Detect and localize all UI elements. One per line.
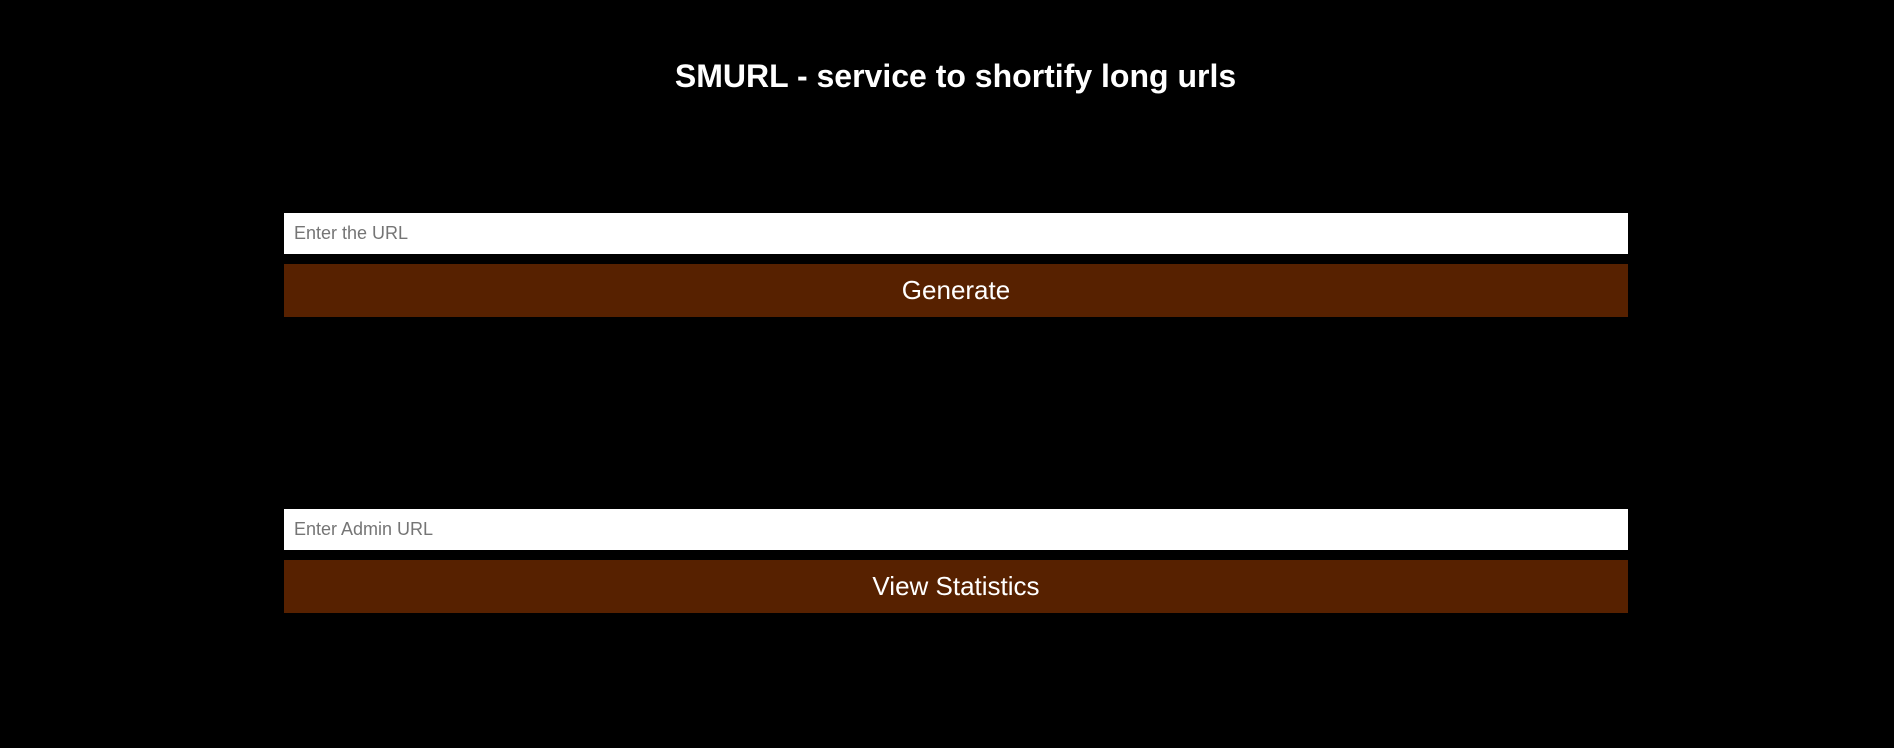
generate-form: Generate bbox=[284, 213, 1628, 317]
statistics-form: View Statistics bbox=[284, 509, 1628, 613]
view-statistics-button[interactable]: View Statistics bbox=[284, 560, 1628, 613]
page-title: SMURL - service to shortify long urls bbox=[674, 58, 1237, 94]
admin-url-input[interactable] bbox=[284, 509, 1628, 550]
page: SMURL - service to shortify long urls Ge… bbox=[0, 0, 1894, 748]
url-input[interactable] bbox=[284, 213, 1628, 254]
generate-button[interactable]: Generate bbox=[284, 264, 1628, 317]
